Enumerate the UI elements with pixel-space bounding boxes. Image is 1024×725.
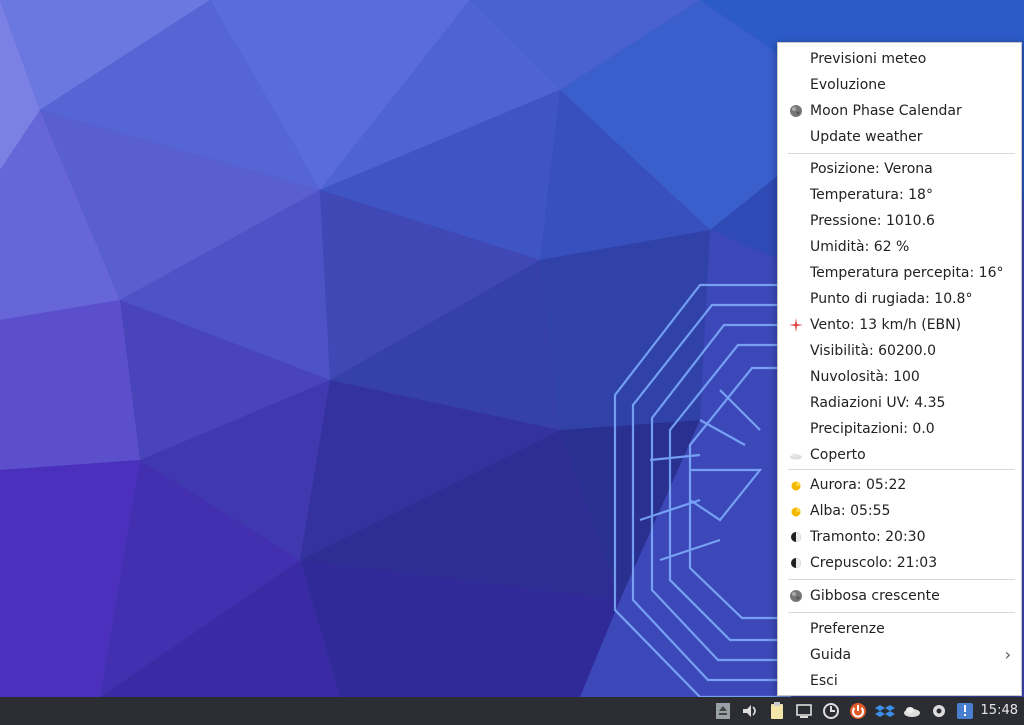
menu-item-label: Radiazioni UV: 4.35 (810, 395, 946, 411)
menu-separator (788, 579, 1015, 580)
network-icon[interactable] (794, 701, 814, 721)
menu-item-label: Evoluzione (810, 77, 886, 93)
menu-item-label: Esci (810, 673, 838, 689)
menu-item-location[interactable]: Posizione: Verona (778, 156, 1021, 182)
weather-popup-menu: Previsioni meteo Evoluzione Moon Phase C… (777, 42, 1022, 696)
menu-item-label: Update weather (810, 129, 923, 145)
menu-item-help[interactable]: Guida › (778, 642, 1021, 668)
taskbar: 15:48 (0, 697, 1024, 725)
settings-icon[interactable] (929, 701, 949, 721)
menu-item-moon-phase-calendar[interactable]: Moon Phase Calendar (778, 98, 1021, 124)
menu-item-label: Gibbosa crescente (810, 588, 940, 604)
menu-item-evolution[interactable]: Evoluzione (778, 72, 1021, 98)
menu-item-label: Umidità: 62 % (810, 239, 910, 255)
menu-item-cloudiness[interactable]: Nuvolosità: 100 (778, 364, 1021, 390)
notification-icon[interactable] (955, 701, 975, 721)
menu-item-feels-like[interactable]: Temperatura percepita: 16° (778, 260, 1021, 286)
half-moon-icon (791, 558, 801, 568)
menu-item-label: Alba: 05:55 (810, 503, 891, 519)
menu-item-sunrise[interactable]: Alba: 05:55 (778, 498, 1021, 524)
menu-item-moon-phase[interactable]: Gibbosa crescente (778, 583, 1021, 609)
menu-item-pressure[interactable]: Pressione: 1010.6 (778, 208, 1021, 234)
power-icon[interactable] (848, 701, 868, 721)
menu-separator (788, 469, 1015, 470)
menu-separator (788, 612, 1015, 613)
menu-item-label: Preferenze (810, 621, 885, 637)
menu-item-temperature[interactable]: Temperatura: 18° (778, 182, 1021, 208)
menu-item-forecast[interactable]: Previsioni meteo (778, 46, 1021, 72)
menu-item-dusk[interactable]: Crepuscolo: 21:03 (778, 550, 1021, 576)
menu-item-quit[interactable]: Esci (778, 668, 1021, 694)
half-moon-icon (791, 532, 801, 542)
menu-item-label: Punto di rugiada: 10.8° (810, 291, 973, 307)
clock[interactable]: 15:48 (981, 697, 1018, 725)
menu-item-update-weather[interactable]: Update weather (778, 124, 1021, 150)
dropbox-icon[interactable] (875, 701, 895, 721)
eject-icon[interactable] (713, 701, 733, 721)
menu-item-dawn[interactable]: Aurora: 05:22 (778, 472, 1021, 498)
menu-item-label: Coperto (810, 447, 866, 463)
menu-item-label: Vento: 13 km/h (EBN) (810, 317, 962, 333)
moon-globe-icon (790, 105, 802, 117)
menu-item-label: Visibilità: 60200.0 (810, 343, 937, 359)
menu-item-wind[interactable]: Vento: 13 km/h (EBN) (778, 312, 1021, 338)
volume-icon[interactable] (740, 701, 760, 721)
menu-item-label: Aurora: 05:22 (810, 477, 907, 493)
cloud-icon (790, 453, 802, 460)
menu-item-visibility[interactable]: Visibilità: 60200.0 (778, 338, 1021, 364)
menu-item-label: Pressione: 1010.6 (810, 213, 935, 229)
weather-icon[interactable] (902, 701, 922, 721)
menu-item-uv[interactable]: Radiazioni UV: 4.35 (778, 390, 1021, 416)
menu-item-condition[interactable]: Coperto (778, 442, 1021, 468)
sun-icon (791, 481, 801, 491)
update-icon[interactable] (821, 701, 841, 721)
clipboard-icon[interactable] (767, 701, 787, 721)
menu-item-label: Precipitazioni: 0.0 (810, 421, 935, 437)
menu-item-label: Nuvolosità: 100 (810, 369, 920, 385)
menu-item-label: Posizione: Verona (810, 161, 933, 177)
menu-item-dew-point[interactable]: Punto di rugiada: 10.8° (778, 286, 1021, 312)
menu-item-humidity[interactable]: Umidità: 62 % (778, 234, 1021, 260)
menu-item-label: Previsioni meteo (810, 51, 927, 67)
menu-separator (788, 153, 1015, 154)
menu-item-label: Temperatura: 18° (810, 187, 933, 203)
moon-globe-icon (790, 590, 802, 602)
menu-item-label: Tramonto: 20:30 (810, 529, 926, 545)
wind-compass-icon (789, 318, 803, 332)
chevron-right-icon: › (1004, 645, 1011, 664)
menu-item-label: Guida (810, 647, 852, 663)
menu-item-preferences[interactable]: Preferenze (778, 616, 1021, 642)
menu-item-label: Moon Phase Calendar (810, 103, 962, 119)
menu-item-label: Temperatura percepita: 16° (810, 265, 1004, 281)
sun-icon (791, 507, 801, 517)
menu-item-label: Crepuscolo: 21:03 (810, 555, 938, 571)
menu-item-precipitation[interactable]: Precipitazioni: 0.0 (778, 416, 1021, 442)
menu-item-sunset[interactable]: Tramonto: 20:30 (778, 524, 1021, 550)
